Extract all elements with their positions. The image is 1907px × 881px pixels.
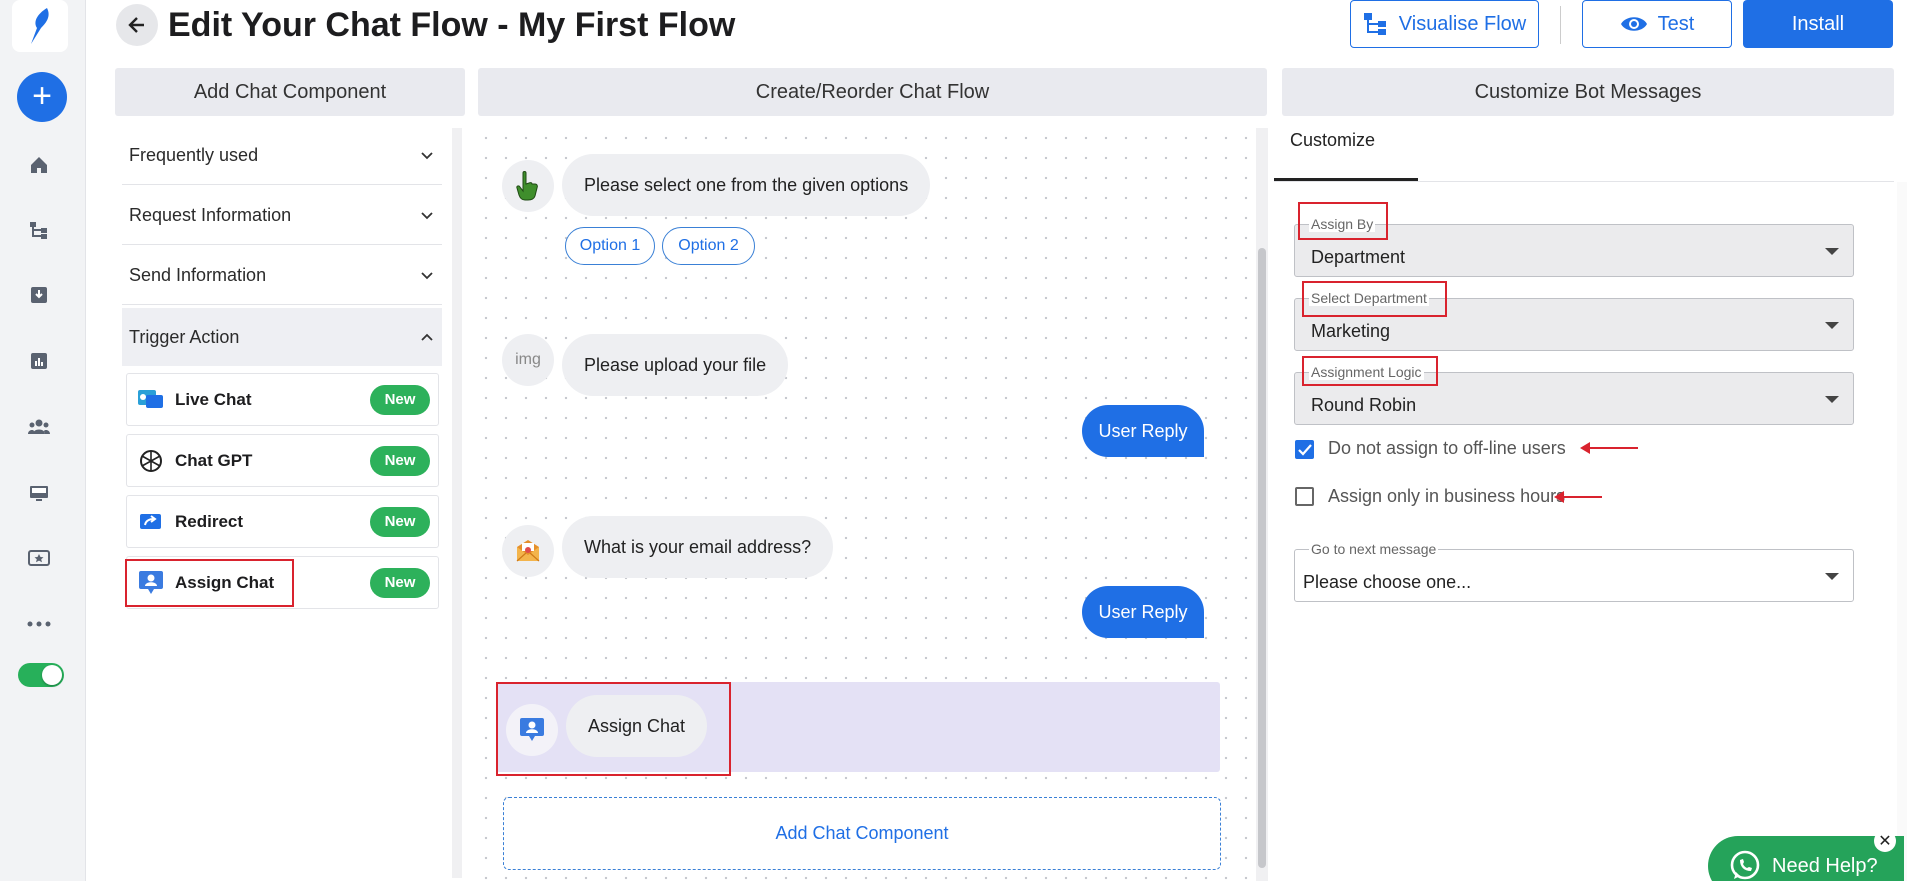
add-chat-component-button[interactable]: Add Chat Component	[503, 797, 1221, 870]
chevron-down-icon	[421, 271, 433, 279]
annotation-arrow	[1554, 491, 1602, 503]
bot-message[interactable]: What is your email address?	[562, 516, 834, 578]
header-divider	[1560, 6, 1561, 44]
chevron-down-icon	[421, 151, 433, 159]
user-reply-bubble[interactable]: User Reply	[1082, 586, 1204, 638]
close-icon[interactable]: ✕	[1874, 830, 1896, 852]
more-icon[interactable]	[27, 612, 51, 636]
annotation-box-assign-by	[1298, 202, 1388, 240]
field-value: Please choose one...	[1303, 572, 1472, 592]
right-panel-scrollbar[interactable]	[1897, 182, 1907, 881]
bot-avatar	[502, 160, 554, 212]
tab-customize[interactable]: Customize	[1290, 130, 1375, 151]
annotation-box-assignment-logic	[1302, 356, 1438, 386]
redirect-icon	[137, 508, 165, 536]
annotation-box-assign-chat	[125, 559, 294, 607]
test-label: Test	[1657, 12, 1695, 35]
home-icon[interactable]	[27, 153, 51, 177]
offline-users-checkbox[interactable]	[1295, 440, 1314, 459]
component-chat-gpt[interactable]: Chat GPT New	[126, 434, 439, 487]
toggle-knob	[42, 665, 62, 685]
check-icon	[1297, 443, 1312, 456]
need-help-label: Need Help?	[1772, 854, 1878, 877]
tab-divider	[1274, 181, 1894, 182]
new-badge: New	[370, 506, 430, 537]
canvas-scrollbar[interactable]	[1256, 128, 1268, 881]
component-live-chat[interactable]: Live Chat New	[126, 373, 439, 426]
visualise-flow-button[interactable]: Visualise Flow	[1350, 0, 1539, 48]
email-envelope-icon	[516, 540, 540, 562]
new-badge: New	[370, 567, 430, 598]
section-label: Request Information	[129, 205, 292, 225]
bot-message[interactable]: Please upload your file	[562, 334, 789, 396]
canvas-scrollbar-thumb[interactable]	[1258, 248, 1266, 868]
brand-logo[interactable]	[12, 0, 68, 52]
new-badge: New	[370, 445, 430, 476]
option-1-chip[interactable]: Option 1	[565, 227, 655, 265]
component-label: Redirect	[175, 511, 244, 531]
arrow-left-icon	[128, 17, 144, 33]
create-plus-icon[interactable]: +	[17, 72, 67, 122]
section-request-information[interactable]: Request Information	[122, 187, 442, 245]
field-value: Department	[1311, 247, 1406, 267]
field-value: Round Robin	[1311, 395, 1417, 415]
analytics-icon[interactable]	[27, 349, 51, 373]
dropdown-caret-icon	[1825, 322, 1839, 329]
dropdown-caret-icon	[1825, 396, 1839, 403]
eye-icon	[1620, 17, 1647, 31]
annotation-arrow	[1580, 442, 1638, 454]
bot-avatar	[502, 525, 554, 577]
section-send-information[interactable]: Send Information	[122, 247, 442, 305]
inbox-icon[interactable]	[27, 283, 51, 307]
customize-bot-messages-header: Customize Bot Messages	[1282, 68, 1894, 116]
section-frequently-used[interactable]: Frequently used	[122, 127, 442, 185]
user-reply-bubble[interactable]: User Reply	[1082, 405, 1204, 457]
business-hours-checkbox[interactable]	[1295, 487, 1314, 506]
live-chat-icon	[137, 386, 165, 414]
section-trigger-action[interactable]: Trigger Action	[122, 308, 442, 366]
offline-users-label: Do not assign to off-line users	[1328, 438, 1566, 458]
option-2-chip[interactable]: Option 2	[662, 227, 755, 265]
component-label: Chat GPT	[175, 450, 253, 470]
annotation-box-assign-step	[496, 682, 731, 776]
team-icon[interactable]	[27, 415, 51, 439]
page-title: Edit Your Chat Flow - My First Flow	[168, 6, 736, 44]
field-label: Go to next message	[1309, 541, 1439, 557]
broken-image-alt: img	[515, 351, 541, 368]
field-value: Marketing	[1311, 321, 1391, 341]
new-badge: New	[370, 384, 430, 415]
dropdown-caret-icon	[1825, 248, 1839, 255]
bot-avatar-broken-image: img	[502, 334, 554, 386]
flow-chart-icon	[1363, 13, 1386, 35]
section-label: Send Information	[129, 265, 267, 285]
visualise-flow-label: Visualise Flow	[1398, 12, 1527, 35]
dropdown-caret-icon	[1825, 573, 1839, 580]
next-message-select[interactable]: Go to next message Please choose one...	[1294, 541, 1854, 602]
bot-status-toggle[interactable]	[18, 663, 64, 687]
add-chat-component-header: Add Chat Component	[115, 68, 465, 116]
section-label: Frequently used	[129, 145, 259, 165]
bot-message[interactable]: Please select one from the given options	[562, 154, 931, 216]
pointing-hand-icon	[516, 171, 538, 201]
component-label: Live Chat	[175, 389, 252, 409]
test-button[interactable]: Test	[1582, 0, 1732, 48]
chat-flow-editor: + Edit Your Chat Flow - My First Flow Vi…	[0, 0, 1907, 881]
component-redirect[interactable]: Redirect New	[126, 495, 439, 548]
openai-icon	[137, 447, 165, 475]
create-reorder-header: Create/Reorder Chat Flow	[478, 68, 1267, 116]
left-panel-scrollbar[interactable]	[452, 128, 462, 878]
monitor-icon[interactable]	[27, 481, 51, 505]
back-button[interactable]	[116, 4, 158, 46]
chevron-down-icon	[421, 211, 433, 219]
flow-icon[interactable]	[27, 218, 51, 242]
chevron-up-icon	[421, 333, 433, 341]
install-button[interactable]: Install	[1743, 0, 1893, 48]
section-label: Trigger Action	[129, 326, 240, 347]
whatsapp-icon	[1730, 850, 1760, 880]
business-hours-label: Assign only in business hours	[1328, 486, 1566, 506]
ticket-icon[interactable]	[27, 546, 51, 570]
annotation-box-select-department	[1302, 281, 1447, 317]
left-rail: +	[0, 0, 86, 881]
